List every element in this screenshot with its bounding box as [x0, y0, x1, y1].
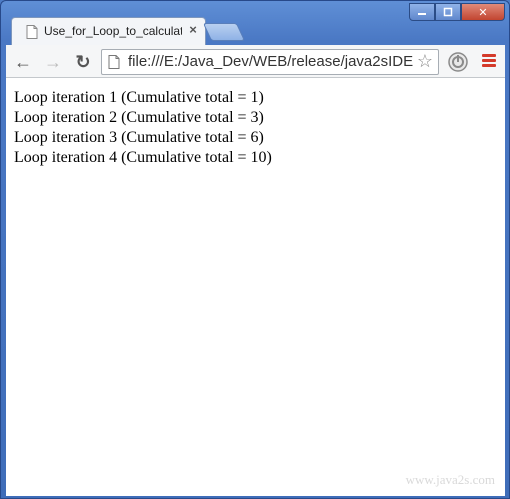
close-button[interactable]: ✕	[461, 3, 505, 21]
browser-window: Use_for_Loop_to_calculate × ✕ ← → ↻ file…	[0, 0, 510, 499]
output-line: Loop iteration 4 (Cumulative total = 10)	[14, 149, 272, 166]
minimize-button[interactable]	[409, 3, 435, 21]
maximize-icon	[443, 7, 453, 17]
output-lines: Loop iteration 1 (Cumulative total = 1) …	[14, 88, 272, 168]
bookmark-star-icon[interactable]: ☆	[415, 51, 435, 73]
browser-toolbar: ← → ↻ file:///E:/Java_Dev/WEB/release/ja…	[6, 45, 505, 78]
new-tab-button[interactable]	[202, 23, 246, 41]
page-icon	[26, 25, 38, 39]
maximize-button[interactable]	[435, 3, 461, 21]
back-button[interactable]: ←	[12, 51, 34, 73]
forward-button[interactable]: →	[42, 51, 64, 73]
chrome-menu-icon[interactable]	[482, 54, 496, 68]
file-page-icon	[108, 55, 120, 69]
output-line: Loop iteration 3 (Cumulative total = 6)	[14, 129, 264, 146]
output-line: Loop iteration 1 (Cumulative total = 1)	[14, 89, 264, 106]
address-bar[interactable]: file:///E:/Java_Dev/WEB/release/java2sID…	[101, 49, 439, 75]
tab-close-icon[interactable]: ×	[186, 22, 200, 38]
reload-icon: ↻	[75, 51, 91, 72]
back-arrow-icon: ←	[14, 51, 32, 72]
browser-tab[interactable]: Use_for_Loop_to_calculate ×	[11, 17, 206, 45]
close-icon: ✕	[478, 6, 488, 19]
output-line: Loop iteration 2 (Cumulative total = 3)	[14, 109, 264, 126]
tab-title: Use_for_Loop_to_calculate	[44, 24, 182, 38]
forward-arrow-icon: →	[44, 51, 62, 72]
minimize-icon	[418, 13, 426, 15]
watermark: www.java2s.com	[405, 472, 495, 487]
title-bar: Use_for_Loop_to_calculate × ✕	[1, 1, 510, 45]
reload-button[interactable]: ↻	[72, 51, 94, 73]
url-text[interactable]: file:///E:/Java_Dev/WEB/release/java2sID…	[128, 53, 414, 70]
extension-icon[interactable]	[447, 51, 469, 73]
page-content: Loop iteration 1 (Cumulative total = 1) …	[6, 78, 505, 496]
window-controls: ✕	[409, 3, 505, 21]
